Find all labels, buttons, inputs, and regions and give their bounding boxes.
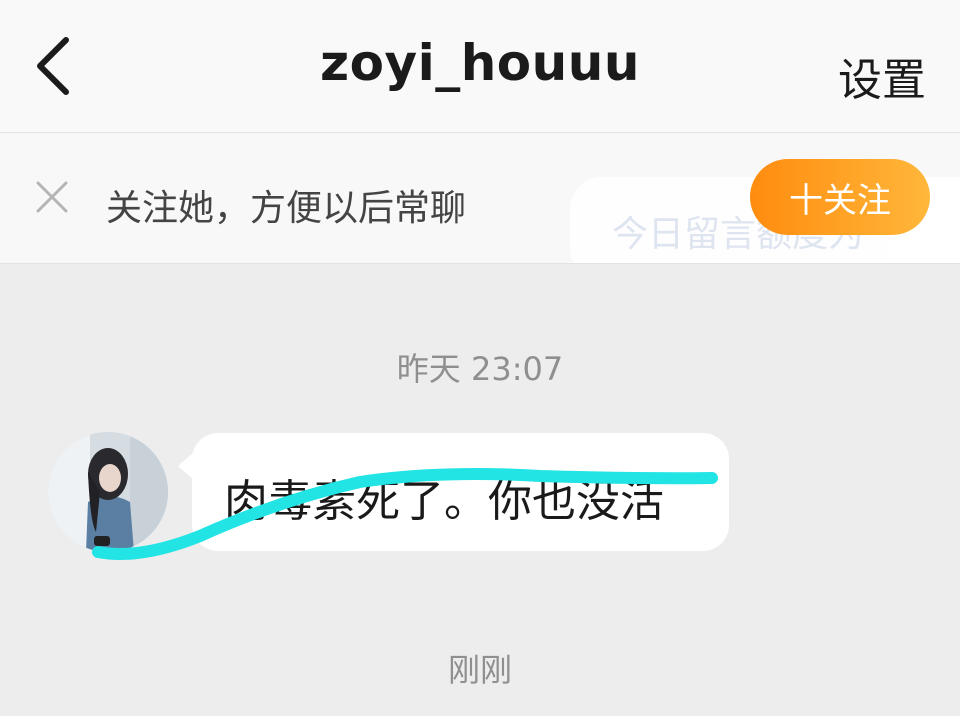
avatar-photo	[48, 432, 168, 552]
follow-button[interactable]: 十关注	[750, 159, 930, 235]
avatar[interactable]	[48, 432, 168, 552]
message-text: 肉毒素死了。你也没活	[224, 476, 664, 527]
close-icon	[36, 181, 68, 213]
message-timestamp: 昨天 23:07	[396, 350, 564, 388]
top-navigation-bar: zoyi_houuu 设置	[0, 0, 960, 133]
footer-timestamp: 刚刚	[447, 651, 512, 689]
message-bubble[interactable]: 肉毒素死了。你也没活	[192, 433, 729, 551]
chat-title: zoyi_houuu	[320, 34, 640, 92]
dismiss-follow-prompt-button[interactable]	[32, 177, 72, 217]
follow-prompt-text: 关注她，方便以后常聊	[106, 188, 467, 229]
settings-button[interactable]: 设置	[838, 44, 926, 108]
follow-prompt-bar: 今日留言额度为 关注她，方便以后常聊 十关注	[0, 133, 960, 264]
